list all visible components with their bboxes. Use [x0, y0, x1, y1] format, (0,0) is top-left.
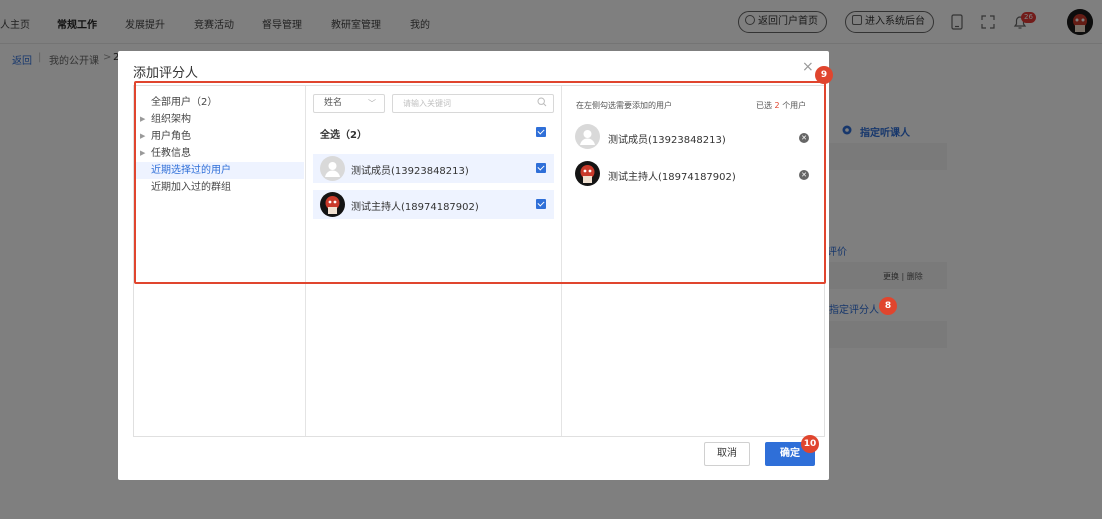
- close-icon[interactable]: ×: [802, 59, 814, 75]
- step-badge-8: 8: [879, 297, 897, 315]
- dialog-title: 添加评分人: [133, 66, 199, 81]
- cancel-button[interactable]: 取消: [704, 442, 750, 466]
- highlight-frame: [134, 81, 826, 284]
- step-badge-9: 9: [815, 66, 833, 84]
- step-badge-10: 10: [801, 435, 819, 453]
